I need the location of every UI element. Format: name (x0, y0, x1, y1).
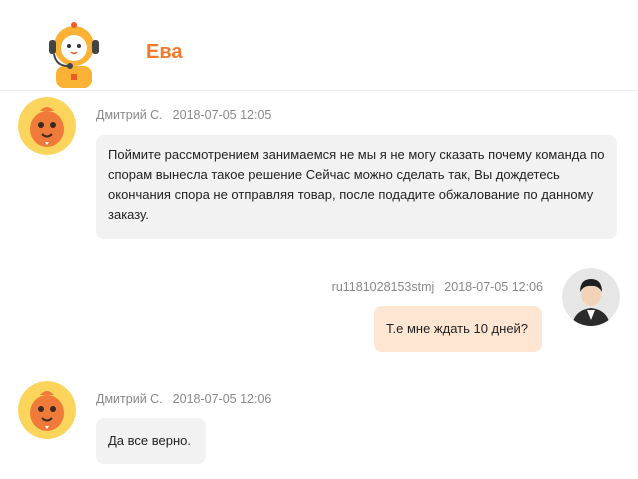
message-bubble: Т.е мне ждать 10 дней? (374, 306, 542, 352)
message-time: 2018-07-05 12:06 (444, 280, 543, 294)
message-meta: ru1181028153stmj 2018-07-05 12:06 (332, 280, 543, 294)
message-bubble: Поймите рассмотрением занимаемся не мы я… (96, 135, 617, 239)
message-time: 2018-07-05 12:05 (172, 108, 272, 122)
chat-header: Ева (0, 0, 638, 91)
chat-title: Ева (146, 41, 183, 63)
user-photo-icon (562, 268, 620, 326)
message-meta: Дмитрий С. 2018-07-05 12:06 (96, 392, 271, 406)
message-bubble: Да все верно. (96, 418, 206, 464)
orange-mascot-icon (18, 381, 76, 439)
message-author: ru1181028153stmj (331, 280, 435, 294)
message-meta: Дмитрий С. 2018-07-05 12:05 (96, 108, 271, 122)
orange-mascot-icon (18, 97, 76, 155)
message-time: 2018-07-05 12:06 (172, 392, 272, 406)
message-author: Дмитрий С. (96, 108, 163, 122)
message-author: Дмитрий С. (96, 392, 163, 406)
robot-headset-icon (49, 22, 99, 88)
